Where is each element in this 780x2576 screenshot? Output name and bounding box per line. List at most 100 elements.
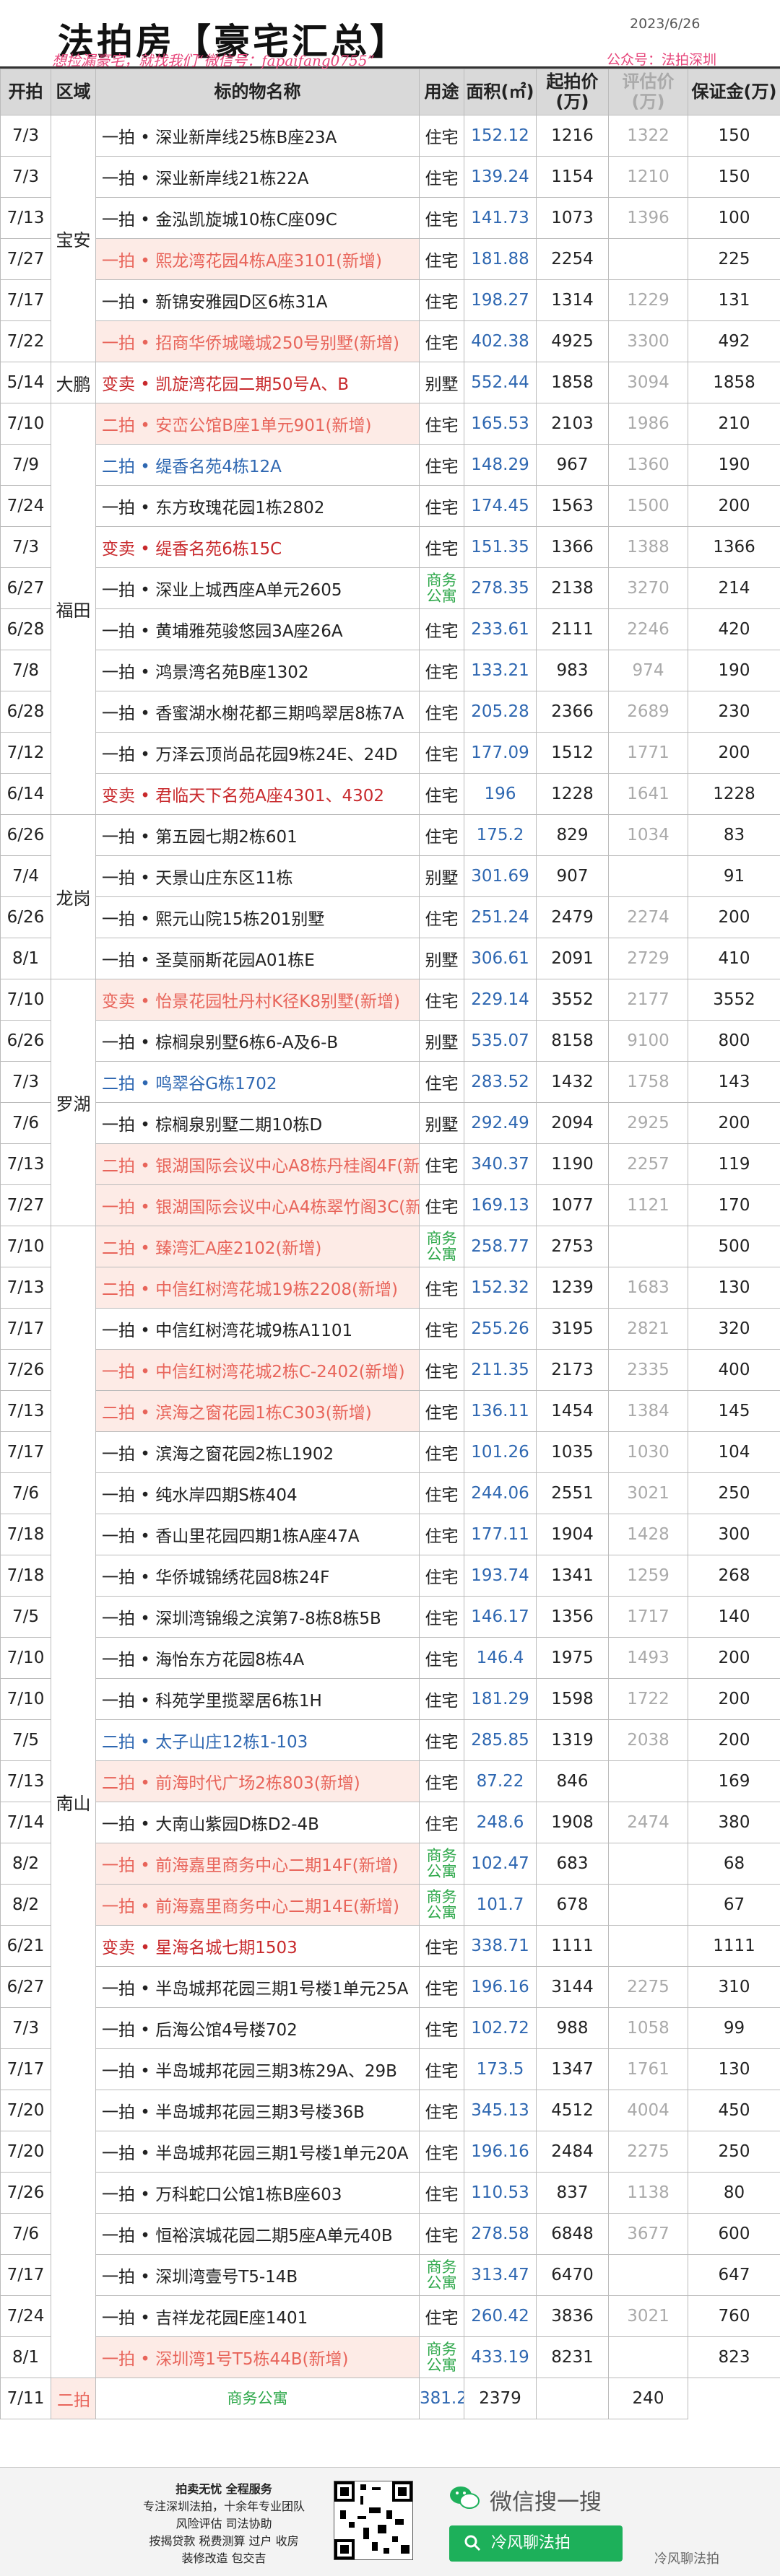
cell-area: 251.24 [464, 896, 537, 938]
cell-date: 7/17 [0, 2254, 51, 2296]
cell-deposit: 83 [688, 814, 780, 856]
cell-property-name[interactable]: 二拍 • 中信红树湾花城19栋2208(新增) [95, 1267, 420, 1309]
cell-property-name[interactable]: 一拍 • 半岛城邦花园三期3栋29A、29B [95, 2048, 420, 2090]
cell-property-name[interactable]: 一拍 • 银湖国际会议中心A4栋翠竹阁3C(新 [95, 1184, 420, 1226]
cell-property-name[interactable]: 一拍 • 圣莫丽斯花园A01栋E [95, 938, 420, 979]
table-row: 7/6 一拍 • 恒裕滨城花园二期5座A单元40B 住宅 278.58 6848 3677… [0, 2213, 780, 2255]
cell-property-name[interactable]: 一拍 • 天景山庄东区11栋 [95, 855, 420, 897]
cell-property-name[interactable]: 一拍 • 恒裕滨城花园二期5座A单元40B [95, 2213, 420, 2255]
cell-property-name[interactable]: 一拍 • 熙龙湾花园4栋A座3101(新增) [95, 238, 420, 280]
cell-property-name[interactable]: 一拍 • 金泓凯旋城10栋C座09C [95, 197, 420, 239]
cell-eval-price: 1121 [608, 1184, 688, 1226]
cell-property-name[interactable]: 一拍 • 半岛城邦花园三期3号楼36B [95, 2090, 420, 2131]
cell-property-name[interactable]: 变卖 • 凯旋湾花园二期50号A、B [95, 362, 420, 403]
cell-property-name[interactable]: 一拍 • 科苑学里揽翠居6栋1H [95, 1678, 420, 1720]
cell-property-name[interactable]: 二拍 • 缇香名苑4栋12A [95, 444, 420, 486]
cell-property-name[interactable]: 一拍 • 熙元山院15栋201别墅 [95, 896, 420, 938]
cell-property-name[interactable]: 二拍 • 前海时代广场2栋803(新增) [95, 1760, 420, 1802]
cell-property-name[interactable]: 变卖 • 君临天下名苑A座4301、4302 [95, 773, 420, 815]
cell-area: 102.72 [464, 2007, 537, 2049]
cell-area: 345.13 [464, 2090, 537, 2131]
cell-property-name[interactable]: 一拍 • 前海嘉里商务中心二期14E(新增) [95, 1884, 420, 1926]
cell-property-name[interactable]: 二拍 • 太子湾云玺大厦T82201(新增) [51, 2378, 96, 2419]
cell-property-name[interactable]: 一拍 • 半岛城邦花园三期1号楼1单元25A [95, 1966, 420, 2008]
cell-usage: 商务公寓 [419, 567, 464, 609]
cell-start-price: 1190 [536, 1143, 609, 1185]
cell-property-name[interactable]: 一拍 • 招商华侨城曦城250号别墅(新增) [95, 320, 420, 362]
cell-district: 南山 [51, 1226, 96, 2378]
cell-property-name[interactable]: 一拍 • 深业上城西座A单元2605 [95, 567, 420, 609]
cell-usage: 住宅 [419, 1555, 464, 1597]
cell-start-price: 8158 [536, 1020, 609, 1062]
cell-start-price: 1216 [536, 115, 609, 157]
wechat-search-box[interactable]: 冷风聊法拍 [449, 2525, 623, 2562]
cell-property-name[interactable]: 一拍 • 万泽云顶尚品花园9栋24E、24D [95, 732, 420, 774]
cell-property-name[interactable]: 一拍 • 大南山紫园D栋D2-4B [95, 1802, 420, 1843]
cell-start-price: 2254 [536, 238, 609, 280]
table-row: 6/21 变卖 • 星海名城七期1503 住宅 338.71 1111 1111 [0, 1925, 780, 1967]
cell-property-name[interactable]: 一拍 • 半岛城邦花园三期1号楼1单元20A [95, 2131, 420, 2173]
cell-property-name[interactable]: 一拍 • 深业新岸线25栋B座23A [95, 115, 420, 157]
cell-property-name[interactable]: 变卖 • 缇香名苑6栋15C [95, 526, 420, 568]
cell-property-name[interactable]: 一拍 • 深圳湾1号T5栋44B(新增) [95, 2336, 420, 2378]
cell-property-name[interactable]: 一拍 • 中信红树湾花城2栋C-2402(新增) [95, 1349, 420, 1391]
cell-property-name[interactable]: 变卖 • 星海名城七期1503 [95, 1925, 420, 1967]
cell-date: 8/1 [0, 938, 51, 979]
cell-property-name[interactable]: 一拍 • 香山里花园四期1栋A座47A [95, 1514, 420, 1555]
cell-property-name[interactable]: 二拍 • 安峦公馆B座1单元901(新增) [95, 403, 420, 445]
cell-date: 7/17 [0, 1308, 51, 1350]
cell-property-name[interactable]: 一拍 • 深业新岸线21栋22A [95, 156, 420, 198]
cell-eval-price: 1758 [608, 1061, 688, 1103]
table-row: 7/24 一拍 • 吉祥龙花园E座1401 住宅 260.42 3836 3021 760 [0, 2295, 780, 2337]
cell-area: 211.35 [464, 1349, 537, 1391]
cell-property-name[interactable]: 一拍 • 前海嘉里商务中心二期14F(新增) [95, 1843, 420, 1885]
date-label: 2023/6/26 [630, 16, 701, 32]
cell-usage: 住宅 [419, 1802, 464, 1843]
col-usage: 用途 [419, 69, 464, 115]
cell-date: 7/11 [0, 2378, 51, 2419]
table-row: 6/14 变卖 • 君临天下名苑A座4301、4302 住宅 196 1228 1641 1… [0, 773, 780, 815]
cell-eval-price: 2689 [608, 691, 688, 733]
cell-property-name[interactable]: 一拍 • 纯水岸四期S栋404 [95, 1472, 420, 1514]
cell-property-name[interactable]: 一拍 • 第五园七期2栋601 [95, 814, 420, 856]
cell-property-name[interactable]: 一拍 • 中信红树湾花城9栋A1101 [95, 1308, 420, 1350]
cell-property-name[interactable]: 一拍 • 万科蛇口公馆1栋B座603 [95, 2172, 420, 2214]
table-row: 7/13 二拍 • 中信红树湾花城19栋2208(新增) 住宅 152.32 1239 1… [0, 1267, 780, 1309]
cell-property-name[interactable]: 一拍 • 东方玫瑰花园1栋2802 [95, 485, 420, 527]
cell-property-name[interactable]: 一拍 • 鸿景湾名苑B座1302 [95, 650, 420, 691]
cell-property-name[interactable]: 二拍 • 滨海之窗花园1栋C303(新增) [95, 1390, 420, 1432]
cell-property-name[interactable]: 一拍 • 黄埔雅苑骏悠园3A座26A [95, 608, 420, 650]
cell-date: 7/9 [0, 444, 51, 486]
cell-property-name[interactable]: 一拍 • 新锦安雅园D区6栋31A [95, 279, 420, 321]
cell-property-name[interactable]: 一拍 • 深圳湾壹号T5-14B [95, 2254, 420, 2296]
cell-property-name[interactable]: 一拍 • 吉祥龙花园E座1401 [95, 2295, 420, 2337]
cell-deposit: 250 [688, 1472, 780, 1514]
cell-property-name[interactable]: 一拍 • 海怡东方花园8栋4A [95, 1637, 420, 1679]
cell-area: 110.53 [464, 2172, 537, 2214]
cell-property-name[interactable]: 二拍 • 银湖国际会议中心A8栋丹桂阁4F(新 [95, 1143, 420, 1185]
cell-area: 278.35 [464, 567, 537, 609]
cell-property-name[interactable]: 二拍 • 鸣翠谷G栋1702 [95, 1061, 420, 1103]
cell-date: 6/14 [0, 773, 51, 815]
cell-property-name[interactable]: 一拍 • 棕榈泉别墅6栋6-A及6-B [95, 1020, 420, 1062]
cell-property-name[interactable]: 一拍 • 香蜜湖水榭花都三期鸣翠居8栋7A [95, 691, 420, 733]
cell-property-name[interactable]: 一拍 • 华侨城锦绣花园8栋24F [95, 1555, 420, 1597]
cell-property-name[interactable]: 一拍 • 后海公馆4号楼702 [95, 2007, 420, 2049]
cell-property-name[interactable]: 一拍 • 棕榈泉别墅二期10栋D [95, 1102, 420, 1144]
cell-date: 8/2 [0, 1843, 51, 1885]
cell-eval-price: 1717 [608, 1596, 688, 1638]
cell-deposit: 200 [688, 896, 780, 938]
cell-property-name[interactable]: 变卖 • 怡景花园牡丹村K径K8别墅(新增) [95, 979, 420, 1021]
cell-start-price: 1356 [536, 1596, 609, 1638]
table-row: 7/10 一拍 • 科苑学里揽翠居6栋1H 住宅 181.29 1598 1722 200 [0, 1678, 780, 1720]
watermark: 冷风聊法拍 [654, 2551, 719, 2567]
cell-start-price: 1598 [536, 1678, 609, 1720]
cell-usage: 商务公寓 [419, 1843, 464, 1885]
cell-start-price: 983 [536, 650, 609, 691]
cell-property-name[interactable]: 二拍 • 臻湾汇A座2102(新增) [95, 1226, 420, 1267]
cell-property-name[interactable]: 一拍 • 深圳湾锦缎之滨第7-8栋8栋5B [95, 1596, 420, 1638]
cell-property-name[interactable]: 二拍 • 太子山庄12栋1-103 [95, 1719, 420, 1761]
cell-usage: 住宅 [419, 1966, 464, 2008]
cell-eval-price [536, 2378, 609, 2419]
cell-property-name[interactable]: 一拍 • 滨海之窗花园2栋L1902 [95, 1431, 420, 1473]
